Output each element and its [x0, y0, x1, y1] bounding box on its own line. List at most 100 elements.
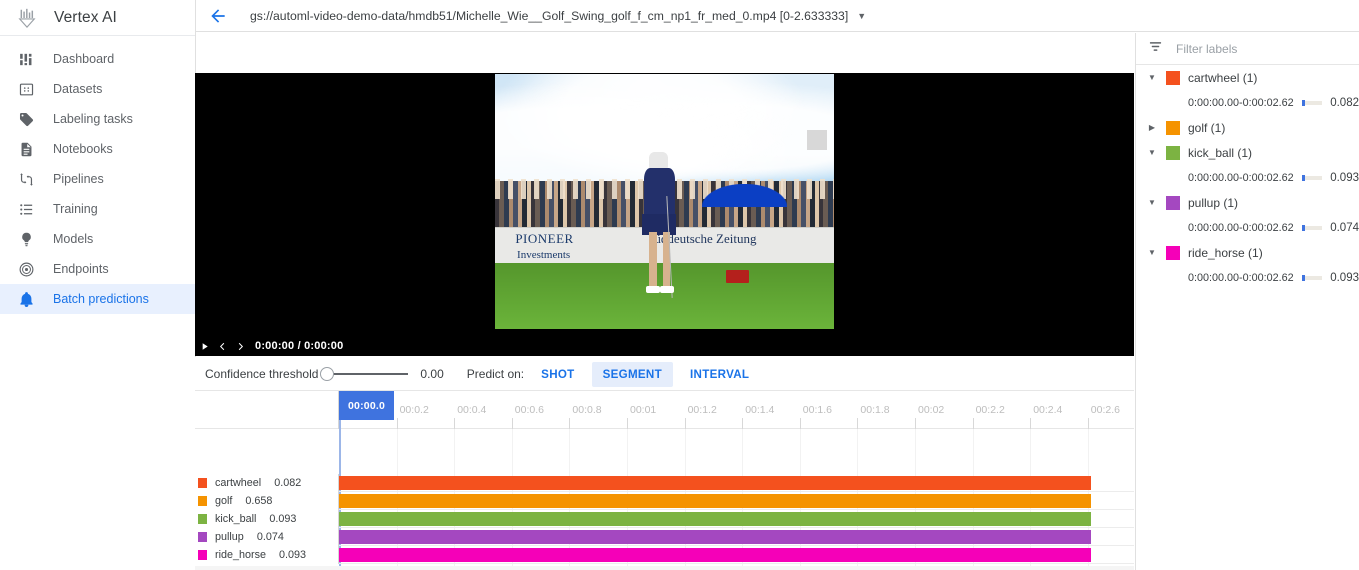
tick-mark — [684, 418, 686, 429]
lightbulb-icon — [17, 230, 35, 248]
timeline-row[interactable]: kick_ball 0.093 — [195, 510, 1134, 528]
brand-title: Vertex AI — [54, 8, 117, 26]
timeline-segment-bar[interactable] — [339, 512, 1091, 526]
label-group-header[interactable]: ▼ pullup (1) — [1136, 190, 1359, 215]
filter-labels-input[interactable]: Filter labels — [1176, 42, 1237, 56]
timeline-row-label: ride_horse 0.093 — [195, 546, 339, 564]
video-frame: PIONEER Investments üddeutsche Zeitung — [495, 74, 834, 329]
frame-right-sign — [806, 130, 828, 151]
chevron-down-icon[interactable]: ▼ — [857, 11, 866, 21]
sidebar-item-batch-predictions[interactable]: Batch predictions — [0, 284, 195, 314]
predict-on-interval-button[interactable]: INTERVAL — [679, 362, 760, 387]
chevron-down-icon[interactable]: ▼ — [1146, 147, 1158, 159]
timeline-horizontal-scrollbar[interactable] — [195, 566, 1134, 570]
confidence-threshold-slider[interactable] — [320, 365, 409, 383]
label-color-swatch — [1166, 195, 1180, 210]
chevron-down-icon[interactable]: ▼ — [1146, 72, 1158, 84]
sidebar-item-labeling-tasks[interactable]: Labeling tasks — [0, 104, 195, 134]
chevron-down-icon[interactable]: ▼ — [1146, 197, 1158, 209]
video-player[interactable]: PIONEER Investments üddeutsche Zeitung — [195, 73, 1134, 356]
timeline-row-label: cartwheel 0.082 — [195, 474, 339, 492]
prediction-timeline[interactable]: 00:0.2 00:0.4 00:0.6 00:0.8 00:01 00:1.2 00:1.… — [195, 391, 1134, 570]
timeline-row-score: 0.093 — [279, 549, 307, 561]
filter-icon[interactable] — [1148, 39, 1163, 59]
sidebar-item-dashboard[interactable]: Dashboard — [0, 44, 195, 74]
sidebar-item-pipelines[interactable]: Pipelines — [0, 164, 195, 194]
brand-header[interactable]: Vertex AI — [0, 0, 195, 36]
chevron-down-icon[interactable]: ▼ — [1146, 247, 1158, 259]
label-group-name: ride_horse (1) — [1188, 245, 1263, 260]
prev-frame-icon[interactable] — [213, 337, 231, 355]
label-segment-row[interactable]: 0:00:00.00-0:00:02.62 0.082 — [1136, 90, 1359, 115]
back-arrow-icon[interactable] — [196, 0, 240, 32]
sidebar-item-models[interactable]: Models — [0, 224, 195, 254]
predict-on-shot-button[interactable]: SHOT — [530, 362, 585, 387]
label-group-header[interactable]: ▼ ride_horse (1) — [1136, 240, 1359, 265]
timeline-rows: cartwheel 0.082 golf 0.658 kick_ball 0.093 pul… — [195, 474, 1134, 564]
predict-on-segment-button[interactable]: SEGMENT — [591, 361, 673, 387]
timeline-segment-bar[interactable] — [339, 494, 1091, 508]
sidebar: Vertex AI Dashboard Datasets Labeling task… — [0, 0, 196, 570]
label-color-swatch — [198, 532, 207, 542]
label-group-header[interactable]: ▼ kick_ball (1) — [1136, 140, 1359, 165]
play-icon[interactable] — [195, 337, 213, 355]
frame-golfer-skirt — [642, 214, 677, 235]
tag-icon — [17, 110, 35, 128]
timeline-ruler[interactable]: 00:0.2 00:0.4 00:0.6 00:0.8 00:01 00:1.2 00:1.… — [339, 391, 1134, 570]
segment-confidence-bar — [1301, 224, 1323, 231]
tick-label: 00:1.8 — [860, 404, 890, 416]
sidebar-item-label: Endpoints — [53, 262, 109, 276]
video-controls: 0:00:00 / 0:00:00 — [195, 336, 1134, 356]
predict-on-button-group: SHOT SEGMENT INTERVAL — [524, 361, 760, 387]
frame-golfer-shoe-right — [660, 285, 674, 294]
next-frame-icon[interactable] — [231, 337, 249, 355]
sidebar-item-training[interactable]: Training — [0, 194, 195, 224]
pipelines-icon — [17, 170, 35, 188]
label-group: ▼ kick_ball (1) 0:00:00.00-0:00:02.62 0.093 — [1136, 140, 1359, 190]
segment-time-range: 0:00:00.00-0:00:02.62 — [1188, 221, 1294, 234]
frame-golfer-leg-left — [649, 232, 657, 289]
tick-mark — [569, 418, 571, 429]
tick-mark — [1087, 418, 1089, 429]
label-segment-row[interactable]: 0:00:00.00-0:00:02.62 0.093 — [1136, 165, 1359, 190]
tick-mark — [972, 418, 974, 429]
label-group: ▼ pullup (1) 0:00:00.00-0:00:02.62 0.074 — [1136, 190, 1359, 240]
label-group-header[interactable]: ▼ cartwheel (1) — [1136, 65, 1359, 90]
label-color-swatch — [1166, 70, 1180, 85]
label-group-name: cartwheel (1) — [1188, 70, 1258, 85]
timeline-segment-bar[interactable] — [339, 476, 1091, 490]
timeline-segment-bar[interactable] — [339, 530, 1091, 544]
sidebar-item-datasets[interactable]: Datasets — [0, 74, 195, 104]
filter-labels-row[interactable]: Filter labels — [1136, 33, 1359, 65]
timeline-row[interactable]: ride_horse 0.093 — [195, 546, 1134, 564]
timeline-row[interactable]: pullup 0.074 — [195, 528, 1134, 546]
app-root: Vertex AI Dashboard Datasets Labeling task… — [0, 0, 1359, 570]
label-group-name: golf (1) — [1188, 120, 1226, 135]
timeline-row[interactable]: cartwheel 0.082 — [195, 474, 1134, 492]
confidence-threshold-value: 0.00 — [420, 366, 444, 381]
timeline-row[interactable]: golf 0.658 — [195, 492, 1134, 510]
tick-label: 00:1.2 — [687, 404, 717, 416]
playhead-chip[interactable]: 00:00.0 — [339, 391, 395, 420]
dashboard-icon — [17, 50, 35, 68]
sidebar-item-endpoints[interactable]: Endpoints — [0, 254, 195, 284]
label-group-name: kick_ball (1) — [1188, 145, 1253, 160]
sidebar-item-label: Datasets — [53, 82, 103, 96]
tick-label: 00:1.6 — [802, 404, 832, 416]
sidebar-item-notebooks[interactable]: Notebooks — [0, 134, 195, 164]
label-segment-row[interactable]: 0:00:00.00-0:00:02.62 0.093 — [1136, 265, 1359, 290]
chevron-right-icon[interactable]: ▶ — [1146, 122, 1158, 134]
target-icon — [17, 260, 35, 278]
timeline-row-name: golf — [215, 495, 233, 507]
tick-label: 00:0.4 — [457, 404, 487, 416]
label-color-swatch — [1166, 145, 1180, 160]
label-segment-row[interactable]: 0:00:00.00-0:00:02.62 0.074 — [1136, 215, 1359, 240]
timeline-row-name: pullup — [215, 531, 244, 543]
timeline-segment-bar[interactable] — [339, 548, 1091, 562]
slider-thumb[interactable] — [320, 366, 335, 381]
timeline-body: cartwheel 0.082 golf 0.658 kick_ball 0.093 pul… — [195, 429, 1134, 570]
bell-icon — [17, 290, 35, 308]
tick-mark — [454, 418, 456, 429]
tick-mark — [799, 418, 801, 429]
label-group-header[interactable]: ▶ golf (1) — [1136, 115, 1359, 140]
